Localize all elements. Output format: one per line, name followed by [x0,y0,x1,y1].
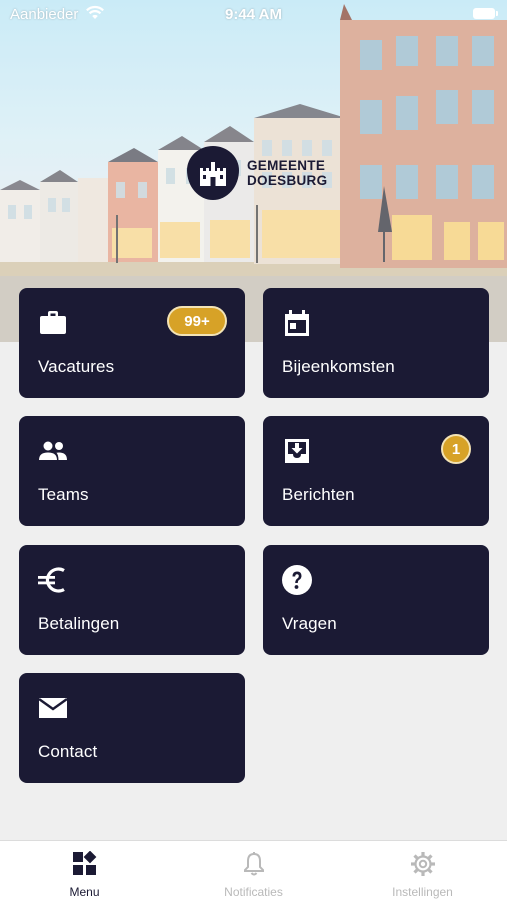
tile-label: Bijeenkomsten [282,357,395,376]
tile-label: Berichten [282,485,355,504]
berichten-count-badge: 1 [441,434,471,464]
tile-contact[interactable]: Contact [19,673,245,783]
tab-menu[interactable]: Menu [0,841,169,900]
tile-label: Teams [38,485,89,504]
logo-line-1: GEMEENTE [247,158,326,173]
tile-label: Vragen [282,614,337,633]
grid-icon [72,850,98,877]
gear-icon [410,851,436,877]
tab-instellingen[interactable]: Instellingen [338,841,507,900]
tile-label: Contact [38,742,98,761]
battery-icon [473,8,498,19]
bottom-tab-bar: Menu Notificaties Instellingen [0,840,507,900]
bell-icon [241,851,267,877]
question-icon [281,564,313,596]
status-bar: Aanbieder 9:44 AM [0,0,507,28]
municipality-logo: GEMEENTE DOESBURG [187,146,327,200]
tile-berichten[interactable]: Berichten 1 [263,416,489,526]
tile-vacatures[interactable]: Vacatures 99+ [19,288,245,398]
castle-icon [187,146,239,200]
logo-wordmark: GEMEENTE DOESBURG [247,158,327,188]
calendar-icon [281,307,313,339]
tab-notificaties[interactable]: Notificaties [169,841,338,900]
people-icon [37,435,69,467]
logo-line-2: DOESBURG [247,173,328,188]
tab-label: Notificaties [224,885,283,899]
tile-teams[interactable]: Teams [19,416,245,526]
tile-vragen[interactable]: Vragen [263,545,489,655]
inbox-icon [281,435,313,467]
status-time: 9:44 AM [225,6,282,23]
tab-label: Instellingen [392,885,453,899]
envelope-icon [37,692,69,724]
tab-label: Menu [69,885,100,899]
tile-label: Betalingen [38,614,120,633]
tile-betalingen[interactable]: Betalingen [19,545,245,655]
briefcase-icon [37,307,69,339]
tile-label: Vacatures [38,357,115,376]
euro-icon [37,564,69,596]
vacatures-count-badge: 99+ [167,306,227,336]
tile-bijeenkomsten[interactable]: Bijeenkomsten [263,288,489,398]
